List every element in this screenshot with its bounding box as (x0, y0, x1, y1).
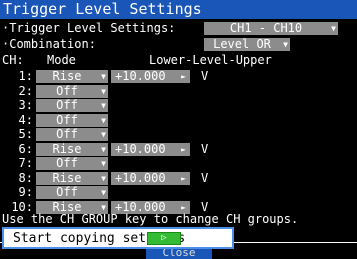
column-header-mode: Mode (47, 53, 76, 67)
screen-title: Trigger Level Settings (3, 0, 202, 18)
combination-row: ·Combination: Level OR ▼ (0, 38, 357, 51)
channel-number: 2: (18, 83, 33, 98)
trigger-level-settings-screen: Trigger Level Settings ·Trigger Level Se… (0, 0, 357, 259)
chevron-down-icon: ▼ (101, 115, 106, 125)
chevron-down-icon: ▼ (283, 40, 288, 49)
channel-row: 7: Off ▼ (0, 157, 357, 170)
channel-group-dropdown[interactable]: CH1 - CH10 ▼ (204, 22, 338, 35)
channel-row: 5: Off ▼ (0, 128, 357, 141)
combination-value: Level OR (213, 37, 271, 51)
close-button-label: Close (162, 249, 196, 259)
level-value: +10.000 (115, 170, 166, 185)
chevron-down-icon: ▼ (101, 72, 106, 81)
channel-number: 5: (18, 127, 33, 141)
trigger-level-settings-label: ·Trigger Level Settings: (2, 21, 176, 35)
level-value-field[interactable]: +10.000 ► (111, 170, 190, 185)
channel-number: 6: (18, 141, 33, 156)
chevron-down-icon: ▼ (101, 188, 106, 197)
channel-row: 8: Rise ▼ +10.000 ► V (0, 170, 357, 185)
channel-row: 3: Off ▼ (0, 99, 357, 112)
trigger-level-settings-row: ·Trigger Level Settings: CH1 - CH10 ▼ (0, 22, 357, 35)
mode-value: Rise (52, 69, 82, 83)
column-header-ch: CH: (2, 53, 24, 67)
level-value: +10.000 (115, 141, 166, 156)
mode-value: Off (56, 98, 78, 112)
title-bar: Trigger Level Settings (0, 0, 357, 19)
close-button[interactable]: Close (146, 249, 212, 259)
mode-dropdown[interactable]: Off ▼ (36, 157, 108, 170)
chevron-down-icon: ▼ (101, 159, 106, 168)
level-value: +10.000 (115, 69, 166, 83)
combination-dropdown[interactable]: Level OR ▼ (204, 38, 290, 51)
channel-number: 4: (18, 112, 33, 127)
chevron-right-icon: ► (181, 144, 186, 154)
chevron-down-icon: ▼ (101, 130, 106, 139)
channel-number: 9: (18, 185, 33, 199)
mode-value: Off (56, 185, 78, 199)
channel-number: 1: (18, 69, 33, 83)
unit-label: V (201, 170, 209, 185)
mode-dropdown[interactable]: Rise ▼ (36, 141, 108, 156)
mode-value: Off (56, 127, 78, 141)
mode-dropdown[interactable]: Off ▼ (36, 128, 108, 141)
mode-dropdown[interactable]: Off ▼ (36, 83, 108, 98)
level-value-field[interactable]: +10.000 ► (111, 141, 190, 156)
mode-dropdown[interactable]: Off ▼ (36, 99, 108, 112)
channel-row: 4: Off ▼ (0, 112, 357, 127)
mode-value: Off (56, 83, 78, 98)
start-copy-button[interactable]: ▷ (147, 232, 181, 245)
channel-row: 6: Rise ▼ +10.000 ► V (0, 141, 357, 156)
unit-label: V (201, 141, 209, 156)
mode-value: Rise (52, 170, 82, 185)
copy-settings-row[interactable]: Start copying settings ▷ (2, 227, 234, 249)
mode-value: Off (56, 156, 78, 170)
mode-value: Off (56, 112, 78, 127)
channel-group-value: CH1 - CH10 (229, 21, 303, 35)
combination-label: ·Combination: (2, 37, 96, 51)
play-icon: ▷ (161, 233, 167, 243)
hint-text: Use the CH GROUP key to change CH groups… (2, 212, 299, 226)
chevron-right-icon: ► (181, 72, 186, 81)
unit-label: V (201, 69, 209, 83)
channel-number: 7: (18, 156, 33, 170)
chevron-down-icon: ▼ (101, 144, 106, 154)
chevron-right-icon: ► (181, 173, 186, 183)
channel-row: 2: Off ▼ (0, 83, 357, 98)
mode-dropdown[interactable]: Off ▼ (36, 186, 108, 199)
channel-number: 8: (18, 170, 33, 185)
channel-row: 9: Off ▼ (0, 186, 357, 199)
column-header-range: Lower-Level-Upper (149, 53, 272, 67)
chevron-down-icon: ▼ (101, 173, 106, 183)
chevron-down-icon: ▼ (101, 86, 106, 96)
mode-dropdown[interactable]: Off ▼ (36, 112, 108, 127)
chevron-down-icon: ▼ (101, 101, 106, 110)
channel-number: 3: (18, 98, 33, 112)
mode-value: Rise (52, 141, 82, 156)
mode-dropdown[interactable]: Rise ▼ (36, 170, 108, 185)
level-value-field[interactable]: +10.000 ► (111, 70, 190, 83)
chevron-down-icon: ▼ (331, 24, 336, 33)
channel-row: 1: Rise ▼ +10.000 ► V (0, 70, 357, 83)
mode-dropdown[interactable]: Rise ▼ (36, 70, 108, 83)
